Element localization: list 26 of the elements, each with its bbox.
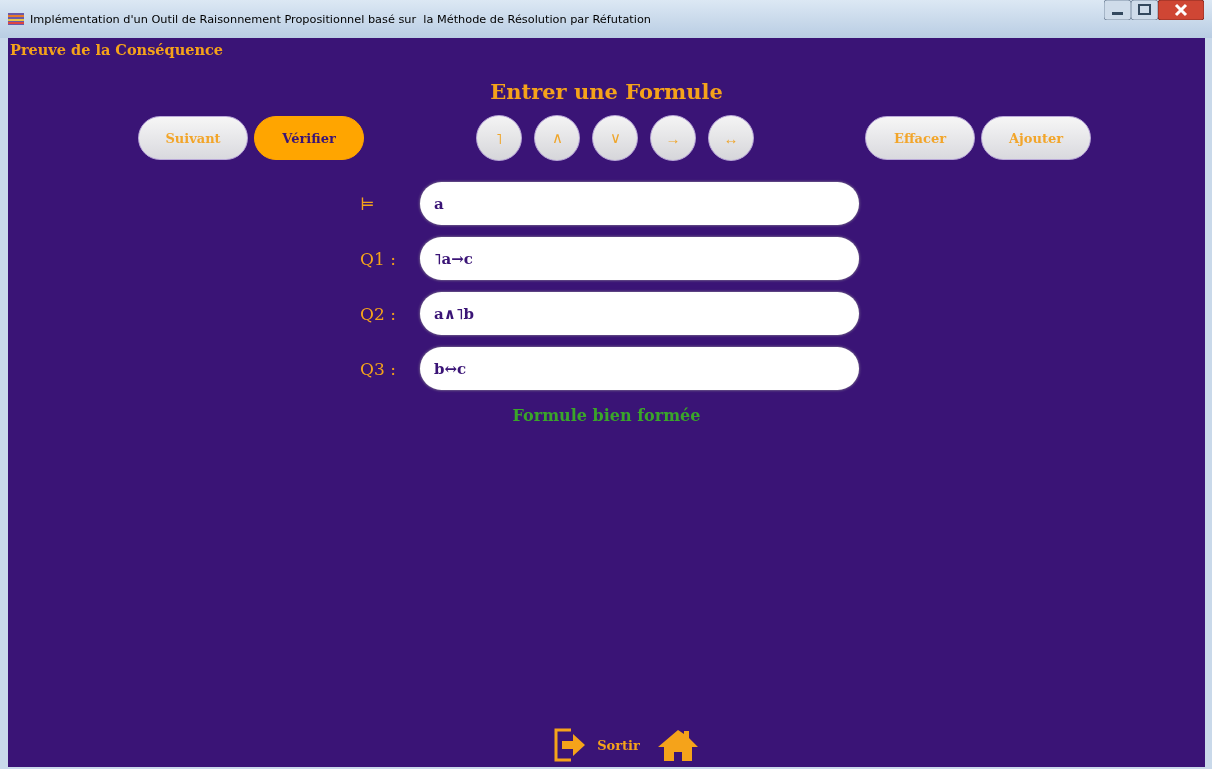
- minimize-button[interactable]: [1104, 0, 1131, 20]
- operator-button[interactable]: ∨: [592, 115, 638, 161]
- page-title: Preuve de la Conséquence: [9, 40, 224, 58]
- action-button[interactable]: Effacer: [865, 116, 975, 160]
- formula-label: Q3 :: [360, 358, 397, 379]
- close-button[interactable]: [1158, 0, 1204, 20]
- status-message: Formule bien formée: [512, 406, 701, 425]
- operator-button[interactable]: ˥: [476, 115, 522, 161]
- action-button[interactable]: Ajouter: [981, 116, 1091, 160]
- app-icon: [8, 13, 24, 25]
- nav-button[interactable]: Suivant: [138, 116, 248, 160]
- formula-field[interactable]: b↔c: [420, 347, 859, 390]
- formula-field[interactable]: a∧˥b: [420, 292, 859, 335]
- operator-button[interactable]: →: [650, 115, 696, 161]
- formula-label: Q1 :: [360, 248, 397, 269]
- formula-field[interactable]: a: [420, 182, 859, 225]
- formula-label: Q2 :: [360, 303, 397, 324]
- operator-button[interactable]: ↔: [708, 115, 754, 161]
- window-title: Implémentation d'un Outil de Raisonnement Propositionnel basé sur la Méthode de Résolution par Réfutation: [30, 12, 652, 26]
- heading: Entrer une Formule: [490, 78, 723, 106]
- maximize-button[interactable]: [1131, 0, 1158, 20]
- formula-field[interactable]: ˥a→c: [420, 237, 859, 280]
- exit-button[interactable]: Sortir: [553, 727, 640, 763]
- formula-label: ⊨: [360, 193, 376, 214]
- operator-button[interactable]: ∧: [534, 115, 580, 161]
- nav-button[interactable]: Vérifier: [254, 116, 364, 160]
